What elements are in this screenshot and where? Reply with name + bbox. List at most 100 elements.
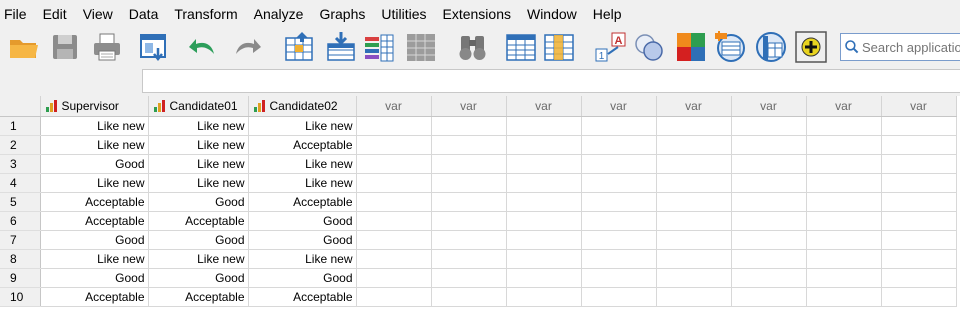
menu-transform[interactable]: Transform xyxy=(166,0,245,28)
empty-cell[interactable] xyxy=(431,268,507,288)
data-cell[interactable]: Acceptable xyxy=(248,135,357,155)
empty-var-header[interactable]: var xyxy=(881,96,957,117)
empty-cell[interactable] xyxy=(806,268,882,288)
empty-cell[interactable] xyxy=(506,135,582,155)
empty-cell[interactable] xyxy=(356,211,432,231)
empty-cell[interactable] xyxy=(506,287,582,307)
empty-cell[interactable] xyxy=(356,192,432,212)
data-cell[interactable]: Like new xyxy=(248,249,357,269)
empty-cell[interactable] xyxy=(656,135,732,155)
open-folder-icon[interactable] xyxy=(6,30,40,64)
empty-cell[interactable] xyxy=(806,135,882,155)
empty-cell[interactable] xyxy=(431,249,507,269)
data-cell[interactable]: Good xyxy=(40,268,149,288)
empty-cell[interactable] xyxy=(731,287,807,307)
column-header-candidate02[interactable]: Candidate02 xyxy=(248,96,357,117)
menu-data[interactable]: Data xyxy=(121,0,167,28)
empty-var-header[interactable]: var xyxy=(581,96,657,117)
value-labels-icon[interactable] xyxy=(714,30,748,64)
empty-cell[interactable] xyxy=(356,287,432,307)
empty-cell[interactable] xyxy=(656,192,732,212)
data-cell[interactable]: Acceptable xyxy=(148,287,249,307)
empty-cell[interactable] xyxy=(431,135,507,155)
data-cell[interactable]: Good xyxy=(40,230,149,250)
data-cell[interactable]: Like new xyxy=(40,173,149,193)
empty-cell[interactable] xyxy=(731,116,807,136)
empty-cell[interactable] xyxy=(731,173,807,193)
empty-cell[interactable] xyxy=(731,230,807,250)
search-input[interactable] xyxy=(860,39,960,55)
empty-cell[interactable] xyxy=(506,173,582,193)
empty-cell[interactable] xyxy=(356,173,432,193)
empty-cell[interactable] xyxy=(656,116,732,136)
goto-variable-icon[interactable] xyxy=(324,30,358,64)
menu-edit[interactable]: Edit xyxy=(35,0,75,28)
data-cell[interactable]: Good xyxy=(148,268,249,288)
empty-cell[interactable] xyxy=(656,287,732,307)
empty-cell[interactable] xyxy=(881,154,957,174)
data-cell[interactable]: Like new xyxy=(248,154,357,174)
empty-cell[interactable] xyxy=(356,230,432,250)
menu-view[interactable]: View xyxy=(75,0,121,28)
data-cell[interactable]: Good xyxy=(248,230,357,250)
empty-cell[interactable] xyxy=(431,173,507,193)
row-number[interactable]: 6 xyxy=(0,211,41,231)
empty-cell[interactable] xyxy=(356,116,432,136)
data-cell[interactable]: Acceptable xyxy=(40,287,149,307)
row-number[interactable]: 10 xyxy=(0,287,41,307)
menu-help[interactable]: Help xyxy=(585,0,630,28)
empty-cell[interactable] xyxy=(581,192,657,212)
goto-case-icon[interactable] xyxy=(282,30,316,64)
data-cell[interactable]: Good xyxy=(248,211,357,231)
column-header-supervisor[interactable]: Supervisor xyxy=(40,96,149,117)
menu-graphs[interactable]: Graphs xyxy=(311,0,373,28)
row-number[interactable]: 8 xyxy=(0,249,41,269)
data-cell[interactable]: Good xyxy=(248,268,357,288)
undo-icon[interactable] xyxy=(186,30,220,64)
empty-cell[interactable] xyxy=(431,211,507,231)
empty-cell[interactable] xyxy=(431,154,507,174)
show-all-variables-icon[interactable] xyxy=(794,30,828,64)
empty-cell[interactable] xyxy=(656,230,732,250)
column-header-candidate01[interactable]: Candidate01 xyxy=(148,96,249,117)
use-variable-sets-icon[interactable] xyxy=(754,30,788,64)
menu-utilities[interactable]: Utilities xyxy=(373,0,434,28)
empty-var-header[interactable]: var xyxy=(656,96,732,117)
empty-cell[interactable] xyxy=(356,135,432,155)
empty-cell[interactable] xyxy=(581,287,657,307)
data-cell[interactable]: Acceptable xyxy=(40,192,149,212)
find-icon[interactable] xyxy=(456,30,490,64)
row-number[interactable]: 4 xyxy=(0,173,41,193)
empty-cell[interactable] xyxy=(881,192,957,212)
data-cell[interactable]: Good xyxy=(148,230,249,250)
data-cell[interactable]: Acceptable xyxy=(40,211,149,231)
run-descriptives-icon[interactable] xyxy=(404,30,438,64)
save-icon[interactable] xyxy=(48,30,82,64)
empty-cell[interactable] xyxy=(581,154,657,174)
empty-cell[interactable] xyxy=(881,211,957,231)
empty-cell[interactable] xyxy=(881,230,957,250)
empty-cell[interactable] xyxy=(881,268,957,288)
empty-cell[interactable] xyxy=(356,249,432,269)
empty-var-header[interactable]: var xyxy=(506,96,582,117)
empty-cell[interactable] xyxy=(881,173,957,193)
row-number[interactable]: 9 xyxy=(0,268,41,288)
empty-var-header[interactable]: var xyxy=(356,96,432,117)
data-cell[interactable]: Like new xyxy=(40,249,149,269)
empty-cell[interactable] xyxy=(431,192,507,212)
empty-cell[interactable] xyxy=(656,249,732,269)
data-cell[interactable]: Like new xyxy=(40,135,149,155)
redo-icon[interactable] xyxy=(230,30,264,64)
empty-cell[interactable] xyxy=(581,249,657,269)
empty-cell[interactable] xyxy=(881,116,957,136)
empty-cell[interactable] xyxy=(506,154,582,174)
weight-cases-icon[interactable] xyxy=(632,30,666,64)
empty-cell[interactable] xyxy=(881,135,957,155)
empty-cell[interactable] xyxy=(731,135,807,155)
data-cell[interactable]: Like new xyxy=(248,116,357,136)
empty-cell[interactable] xyxy=(506,249,582,269)
search-box[interactable] xyxy=(840,33,960,61)
empty-cell[interactable] xyxy=(806,116,882,136)
empty-cell[interactable] xyxy=(581,116,657,136)
data-cell[interactable]: Acceptable xyxy=(248,287,357,307)
